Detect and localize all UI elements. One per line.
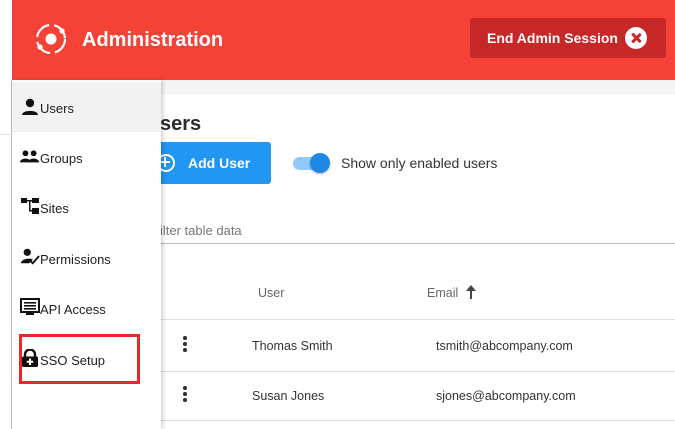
sidebar-item-sites[interactable]: Sites <box>12 182 161 232</box>
sidebar-menu: Users Groups Sites Permissions API Acces… <box>12 80 161 429</box>
row-divider <box>160 319 675 320</box>
end-admin-session-label: End Admin Session <box>487 30 618 46</box>
main-content: sers Add User Show only enabled users il… <box>154 80 675 429</box>
add-user-button[interactable]: Add User <box>154 142 271 184</box>
sidebar-item-label: Users <box>40 101 74 116</box>
sidebar-item-label: Groups <box>40 151 83 166</box>
left-edge-panel <box>0 80 12 429</box>
toggle-thumb <box>310 153 330 173</box>
show-enabled-label: Show only enabled users <box>341 155 498 171</box>
column-header-email[interactable]: Email <box>427 285 458 301</box>
sidebar-item-sso-setup[interactable]: SSO Setup <box>12 332 161 382</box>
atom-logo-icon <box>35 23 67 55</box>
keyboard-icon <box>20 298 40 315</box>
sidebar-item-label: Permissions <box>40 252 111 267</box>
filter-input[interactable]: ilter table data <box>160 223 242 239</box>
table-cell-user: Susan Jones <box>252 389 325 403</box>
sidebar-item-users[interactable]: Users <box>12 82 161 132</box>
sidebar-item-api-access[interactable]: API Access <box>12 282 161 332</box>
sort-ascending-icon[interactable] <box>466 285 476 299</box>
end-admin-session-button[interactable]: End Admin Session <box>470 18 666 58</box>
sitemap-icon <box>21 198 39 214</box>
row-divider <box>160 371 675 372</box>
sidebar-item-label: API Access <box>40 302 106 317</box>
sidebar-item-label: Sites <box>40 201 69 216</box>
user-check-icon <box>20 248 40 265</box>
group-icon <box>20 150 40 163</box>
table-cell-user: Thomas Smith <box>252 339 333 353</box>
row-actions-kebab-icon[interactable] <box>182 336 188 354</box>
lock-plus-icon <box>22 349 38 367</box>
close-circle-icon <box>625 27 647 49</box>
row-divider <box>160 420 675 421</box>
admin-window: Administration End Admin Session sers Ad… <box>0 0 675 429</box>
content-top-strip <box>160 80 675 94</box>
row-actions-kebab-icon[interactable] <box>182 386 188 404</box>
filter-underline <box>160 243 675 244</box>
user-icon <box>22 98 38 115</box>
table-cell-email: tsmith@abcompany.com <box>436 339 573 353</box>
app-header: Administration End Admin Session <box>12 0 675 80</box>
show-enabled-toggle[interactable] <box>293 153 330 173</box>
sidebar-item-groups[interactable]: Groups <box>12 132 161 182</box>
sidebar-item-permissions[interactable]: Permissions <box>12 232 161 282</box>
app-title: Administration <box>82 29 224 51</box>
page-title: sers <box>160 113 202 135</box>
add-user-label: Add User <box>188 155 251 171</box>
column-header-user[interactable]: User <box>258 285 284 301</box>
table-cell-email: sjones@abcompany.com <box>436 389 576 403</box>
sidebar-item-label: SSO Setup <box>40 353 106 368</box>
